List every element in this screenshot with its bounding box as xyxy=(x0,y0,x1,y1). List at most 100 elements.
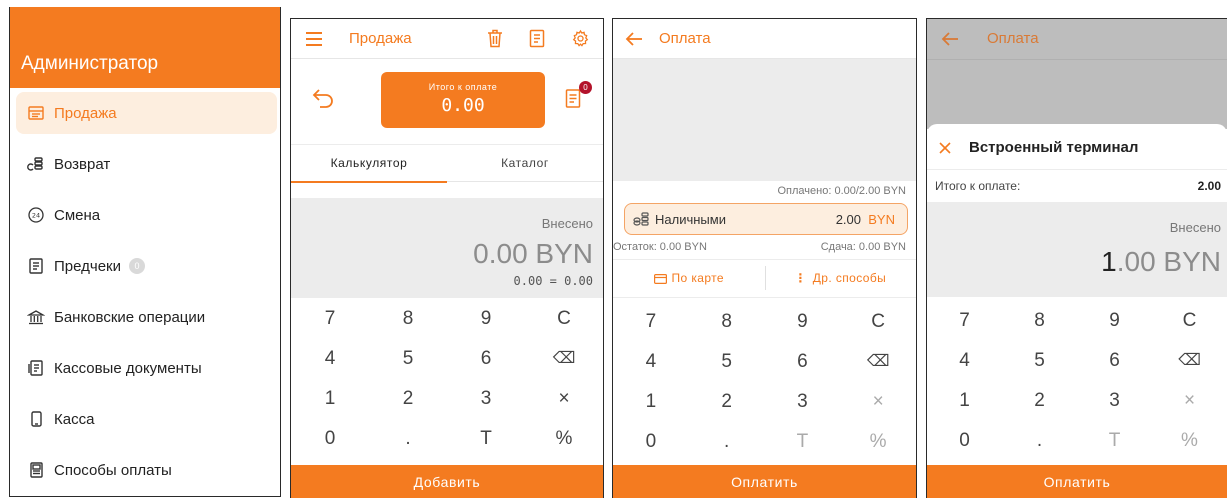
key-8[interactable]: 8 xyxy=(369,299,447,339)
key-9[interactable]: 9 xyxy=(447,299,525,339)
total-label: Итого к оплате xyxy=(428,82,498,92)
remainder-text: Остаток: 0.00 BYN xyxy=(613,241,707,253)
key-4[interactable]: 4 xyxy=(927,341,1002,381)
key-clear[interactable]: C xyxy=(840,302,916,342)
key-percent[interactable]: % xyxy=(840,422,916,462)
sidebar-item-cashbox[interactable]: Касса xyxy=(16,398,277,440)
key-4[interactable]: 4 xyxy=(291,339,369,379)
key-5[interactable]: 5 xyxy=(1002,341,1077,381)
key-dot[interactable]: . xyxy=(1002,421,1077,461)
key-multiply[interactable]: × xyxy=(840,382,916,422)
back-arrow-icon[interactable] xyxy=(625,31,643,47)
divider xyxy=(927,59,1227,60)
key-4[interactable]: 4 xyxy=(613,342,689,382)
key-multiply[interactable]: × xyxy=(1152,381,1227,421)
pay-button[interactable]: Оплатить xyxy=(613,465,916,498)
backspace-icon[interactable]: ⌫ xyxy=(525,339,603,379)
key-2[interactable]: 2 xyxy=(1002,381,1077,421)
key-1[interactable]: 1 xyxy=(927,381,1002,421)
backspace-icon[interactable]: ⌫ xyxy=(1152,341,1227,381)
sidebar-item-cash-documents[interactable]: Кассовые документы xyxy=(16,347,277,389)
key-t[interactable]: T xyxy=(447,419,525,459)
total-row: Итого к оплате: 2.00 xyxy=(927,170,1227,202)
key-2[interactable]: 2 xyxy=(689,382,765,422)
wallet-icon xyxy=(30,462,43,478)
cash-amount: 2.00 xyxy=(835,212,861,227)
sidebar-item-label: Касса xyxy=(54,410,95,428)
amount-display: Внесено 0.00 BYN 0.00 = 0.00 xyxy=(291,198,603,298)
key-clear[interactable]: C xyxy=(525,299,603,339)
entered-amount: 0.00 BYN xyxy=(473,238,593,269)
prechecks-count-badge: 0 xyxy=(129,258,145,274)
key-0[interactable]: 0 xyxy=(291,419,369,459)
tab-calculator[interactable]: Калькулятор xyxy=(291,145,447,183)
key-5[interactable]: 5 xyxy=(689,342,765,382)
key-6[interactable]: 6 xyxy=(447,339,525,379)
undo-arrow-icon[interactable] xyxy=(311,87,335,109)
calc-expression: 0.00 = 0.00 xyxy=(513,274,593,288)
dimmed-background[interactable]: Оплата xyxy=(927,19,1227,129)
key-9[interactable]: 9 xyxy=(765,302,841,342)
sidebar-item-shift[interactable]: 24 Смена xyxy=(16,194,277,236)
page-title: Оплата xyxy=(987,30,1039,47)
page-title: Оплата xyxy=(659,30,711,47)
key-8[interactable]: 8 xyxy=(689,302,765,342)
entered-amount-digit: 1 xyxy=(1101,246,1117,277)
key-6[interactable]: 6 xyxy=(1077,341,1152,381)
sidebar-item-prechecks[interactable]: Предчеки 0 xyxy=(16,245,277,287)
other-methods-button[interactable]: ⋮ Др. способы xyxy=(765,260,917,296)
app-bar: Продажа xyxy=(291,19,603,59)
sidebar-item-return[interactable]: Возврат xyxy=(16,143,277,185)
key-multiply[interactable]: × xyxy=(525,379,603,419)
key-5[interactable]: 5 xyxy=(369,339,447,379)
key-t[interactable]: T xyxy=(1077,421,1152,461)
key-9[interactable]: 9 xyxy=(1077,301,1152,341)
key-0[interactable]: 0 xyxy=(613,422,689,462)
key-t[interactable]: T xyxy=(765,422,841,462)
key-clear[interactable]: C xyxy=(1152,301,1227,341)
entered-amount-rest: .00 BYN xyxy=(1116,246,1221,277)
sidebar-item-bank-operations[interactable]: Банковские операции xyxy=(16,296,277,338)
app-bar: Оплата xyxy=(613,19,916,59)
coins-icon xyxy=(633,212,649,226)
sidebar-item-label: Способы оплаты xyxy=(54,461,172,479)
key-8[interactable]: 8 xyxy=(1002,301,1077,341)
backspace-icon[interactable]: ⌫ xyxy=(840,342,916,382)
cash-payment-row[interactable]: Наличными 2.00 BYN xyxy=(624,203,908,235)
close-icon[interactable] xyxy=(939,142,951,154)
key-7[interactable]: 7 xyxy=(927,301,1002,341)
key-6[interactable]: 6 xyxy=(765,342,841,382)
key-1[interactable]: 1 xyxy=(613,382,689,422)
key-0[interactable]: 0 xyxy=(927,421,1002,461)
precheck-document-icon[interactable] xyxy=(565,87,581,109)
menu-icon[interactable] xyxy=(305,31,323,47)
key-dot[interactable]: . xyxy=(689,422,765,462)
key-1[interactable]: 1 xyxy=(291,379,369,419)
key-3[interactable]: 3 xyxy=(765,382,841,422)
terminal-payment-screen: Оплата Встроенный терминал Итого к оплат… xyxy=(926,18,1227,498)
key-dot[interactable]: . xyxy=(369,419,447,459)
card-payment-button[interactable]: По карте xyxy=(613,260,765,296)
sidebar-item-label: Кассовые документы xyxy=(54,359,202,377)
key-3[interactable]: 3 xyxy=(1077,381,1152,421)
key-percent[interactable]: % xyxy=(525,419,603,459)
precheck-count-badge: 0 xyxy=(579,81,592,94)
sheet-header: Встроенный терминал xyxy=(927,124,1227,170)
card-button-label: По карте xyxy=(671,271,724,285)
sidebar-item-payment-methods[interactable]: Способы оплаты xyxy=(16,449,277,491)
tab-catalog[interactable]: Каталог xyxy=(447,145,603,183)
key-7[interactable]: 7 xyxy=(291,299,369,339)
key-3[interactable]: 3 xyxy=(447,379,525,419)
key-percent[interactable]: % xyxy=(1152,421,1227,461)
add-button[interactable]: Добавить xyxy=(291,465,603,498)
trash-icon[interactable] xyxy=(487,29,503,48)
pay-button[interactable]: Оплатить xyxy=(927,465,1227,498)
key-2[interactable]: 2 xyxy=(369,379,447,419)
sale-screen: Продажа Итого к оплате 0.00 0 Калькулято… xyxy=(290,18,604,498)
gear-icon[interactable] xyxy=(571,29,590,48)
receipt-list-icon[interactable] xyxy=(529,29,545,48)
key-7[interactable]: 7 xyxy=(613,302,689,342)
coins-return-icon xyxy=(27,157,43,171)
more-vertical-icon: ⋮ xyxy=(794,271,807,285)
sidebar-item-sale[interactable]: Продажа xyxy=(16,92,277,134)
